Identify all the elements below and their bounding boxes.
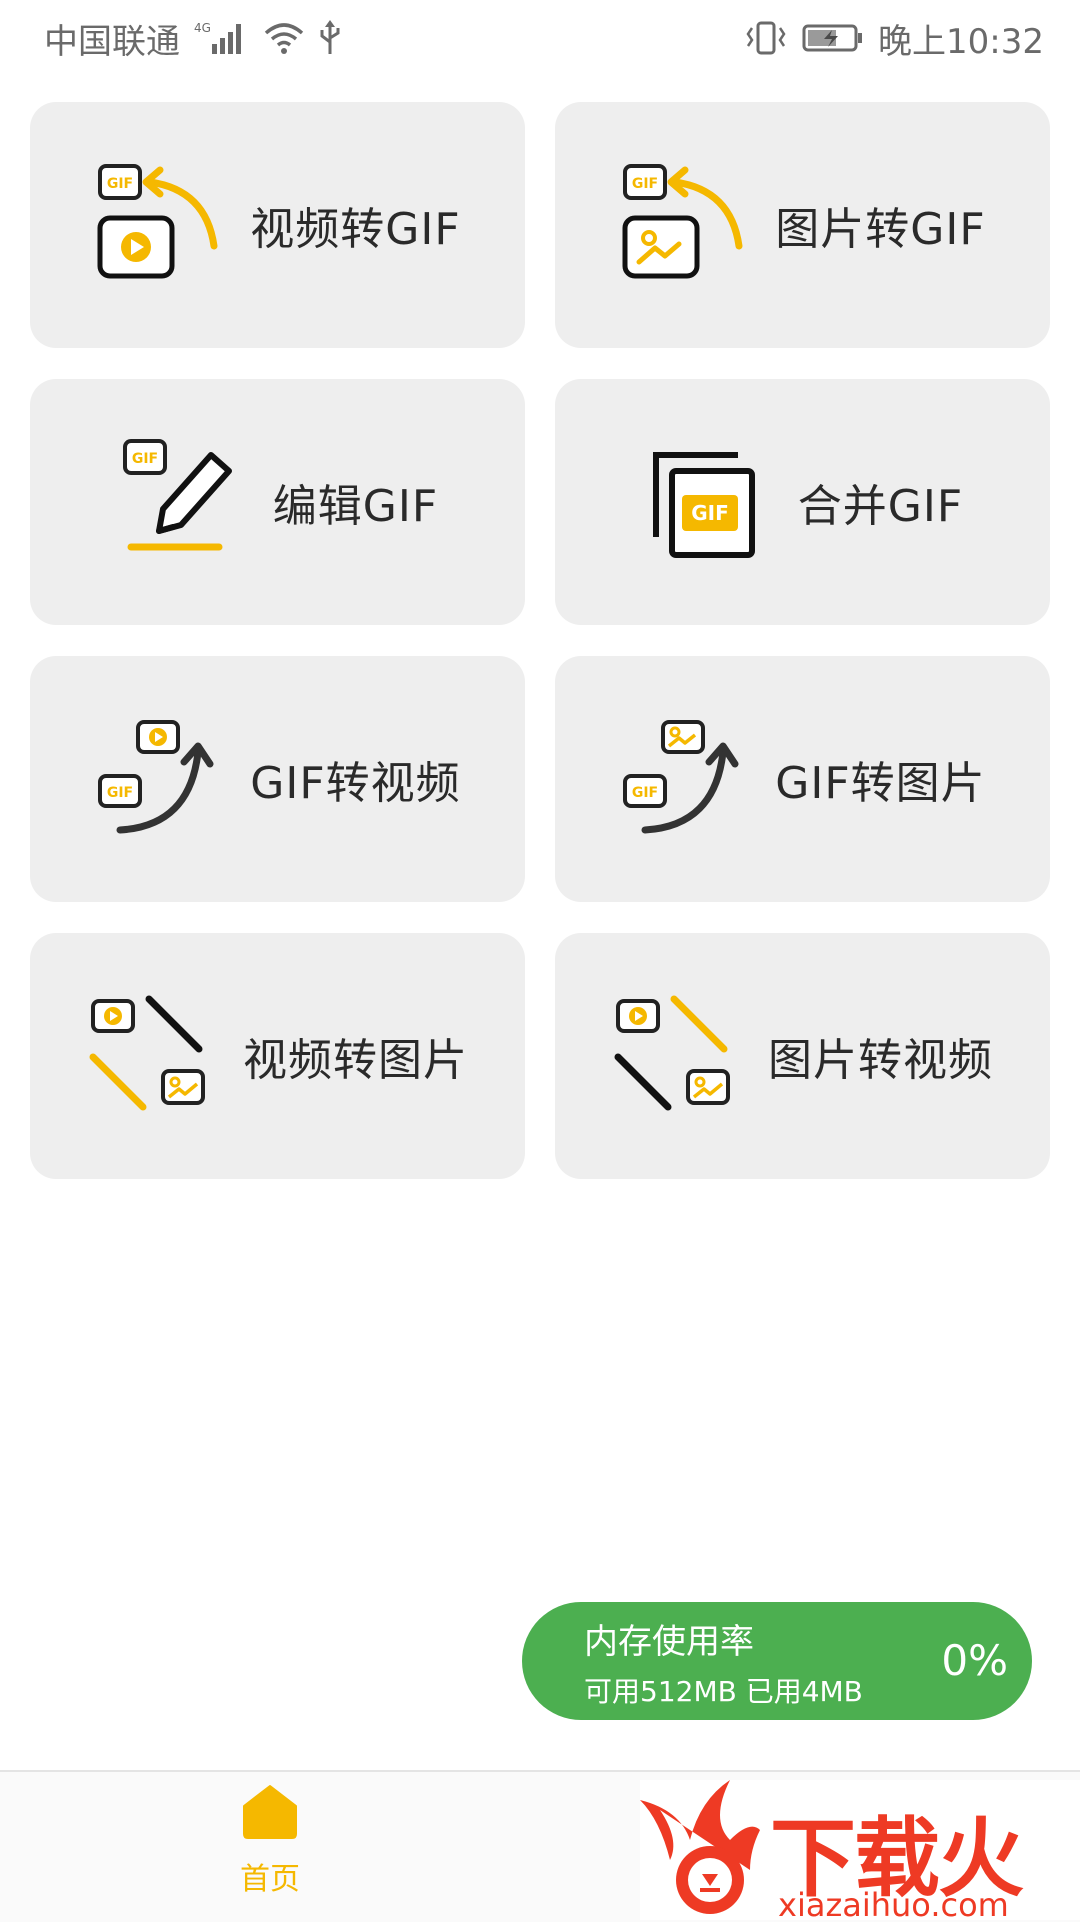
tile-gif-to-image[interactable]: GIF GIF转图片 — [555, 656, 1050, 902]
tile-image-to-video[interactable]: 图片转视频 — [555, 933, 1050, 1179]
signal-icon: 4G — [194, 20, 250, 56]
watermark: 下载火 xiazaihuo.com — [640, 1780, 1080, 1924]
tile-label: GIF转图片 — [775, 758, 986, 809]
tile-merge-gif[interactable]: GIF 合并GIF — [555, 379, 1050, 625]
svg-text:GIF: GIF — [632, 785, 658, 801]
usb-icon — [318, 20, 342, 56]
tile-label: 视频转GIF — [250, 204, 461, 255]
svg-text:GIF: GIF — [107, 176, 133, 192]
tile-label: 图片转GIF — [775, 204, 986, 255]
svg-text:4G: 4G — [194, 21, 211, 35]
image-to-gif-icon: GIF — [619, 160, 749, 290]
video-to-image-icon — [87, 991, 217, 1121]
feature-grid: GIF 视频转GIF GIF 图片转GIF GIF 编辑GIF GIF 合并GI… — [30, 102, 1050, 1179]
tile-label: 视频转图片 — [243, 1035, 468, 1086]
image-to-video-icon — [612, 991, 742, 1121]
edit-gif-icon: GIF — [117, 437, 247, 567]
gif-to-image-icon: GIF — [619, 714, 749, 844]
status-left: 中国联通 4G — [44, 14, 342, 63]
svg-text:GIF: GIF — [107, 785, 133, 801]
wifi-icon — [264, 21, 304, 55]
svg-text:GIF: GIF — [691, 501, 729, 525]
carrier-name: 中国联通 — [44, 21, 180, 62]
nav-home-tab[interactable]: 首页 — [200, 1782, 340, 1912]
tile-label: 合并GIF — [797, 481, 964, 532]
home-icon — [240, 1782, 300, 1846]
memory-percent: 0% — [941, 1636, 1008, 1685]
merge-gif-icon: GIF — [642, 437, 772, 567]
status-right: 晚上10:32 — [744, 14, 1044, 63]
tile-video-to-image[interactable]: 视频转图片 — [30, 933, 525, 1179]
tile-image-to-gif[interactable]: GIF 图片转GIF — [555, 102, 1050, 348]
tile-label: GIF转视频 — [250, 758, 461, 809]
memory-usage-button[interactable]: 内存使用率 可用512MB 已用4MB 0% — [522, 1602, 1032, 1720]
tile-edit-gif[interactable]: GIF 编辑GIF — [30, 379, 525, 625]
vibrate-icon — [744, 20, 788, 56]
gif-to-video-icon: GIF — [94, 714, 224, 844]
battery-icon — [802, 22, 864, 54]
watermark-url: xiazaihuo.com — [778, 1886, 1009, 1924]
tile-label: 编辑GIF — [272, 481, 439, 532]
watermark-logo-icon — [640, 1780, 770, 1924]
tile-label: 图片转视频 — [768, 1035, 993, 1086]
status-bar: 中国联通 4G 晚上10:32 — [0, 0, 1080, 76]
svg-text:GIF: GIF — [632, 176, 658, 192]
tile-gif-to-video[interactable]: GIF GIF转视频 — [30, 656, 525, 902]
video-to-gif-icon: GIF — [94, 160, 224, 290]
svg-text:GIF: GIF — [132, 451, 158, 467]
tile-video-to-gif[interactable]: GIF 视频转GIF — [30, 102, 525, 348]
clock: 晚上10:32 — [878, 21, 1044, 62]
nav-home-label: 首页 — [240, 1862, 300, 1897]
